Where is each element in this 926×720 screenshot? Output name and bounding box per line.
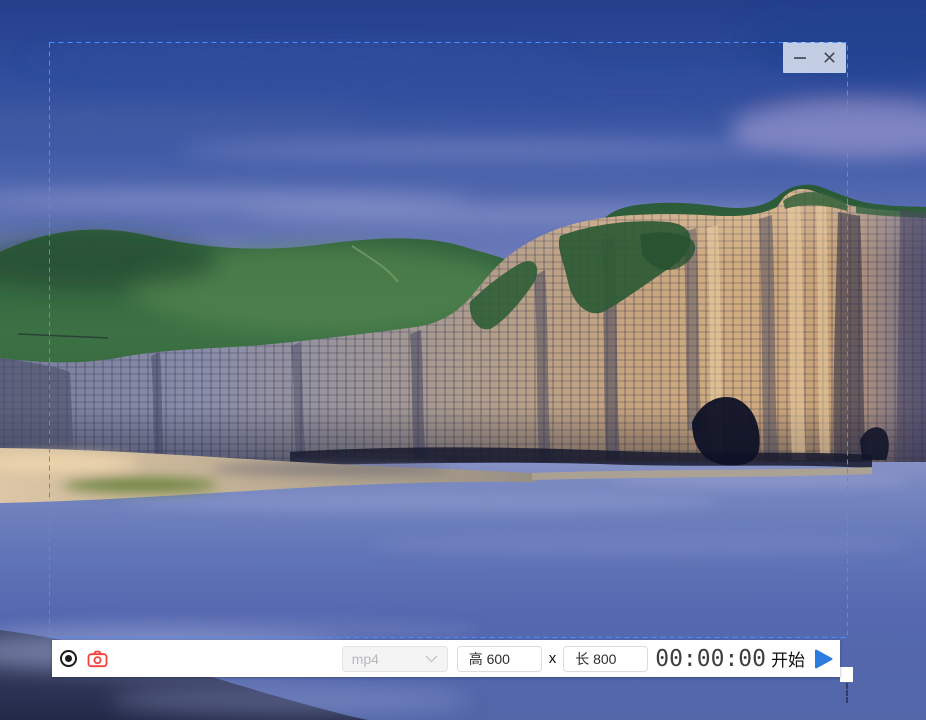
record-toolbar: mp4 x 00:00:00 开始 xyxy=(52,640,840,677)
format-select-value: mp4 xyxy=(351,650,379,667)
close-icon xyxy=(823,52,835,63)
selection-border-tail xyxy=(846,683,848,703)
minimize-icon xyxy=(794,56,806,59)
desktop-wallpaper xyxy=(0,0,926,720)
start-recording-button[interactable] xyxy=(812,648,834,670)
record-dot-icon xyxy=(65,655,72,662)
start-label[interactable]: 开始 xyxy=(771,646,805,671)
record-mode-button[interactable] xyxy=(60,650,77,667)
dimension-separator: x xyxy=(548,650,557,667)
recording-timer: 00:00:00 xyxy=(655,645,766,672)
minimize-button[interactable] xyxy=(791,49,809,67)
camera-icon xyxy=(87,650,108,667)
resize-handle[interactable] xyxy=(840,667,853,682)
window-controls-panel xyxy=(783,42,846,73)
screenshot-button[interactable] xyxy=(87,650,108,668)
close-button[interactable] xyxy=(820,49,838,67)
chevron-down-icon xyxy=(425,654,438,663)
width-input[interactable] xyxy=(563,645,649,672)
play-icon xyxy=(815,649,833,668)
height-input[interactable] xyxy=(456,645,542,672)
format-select[interactable]: mp4 xyxy=(341,645,448,672)
